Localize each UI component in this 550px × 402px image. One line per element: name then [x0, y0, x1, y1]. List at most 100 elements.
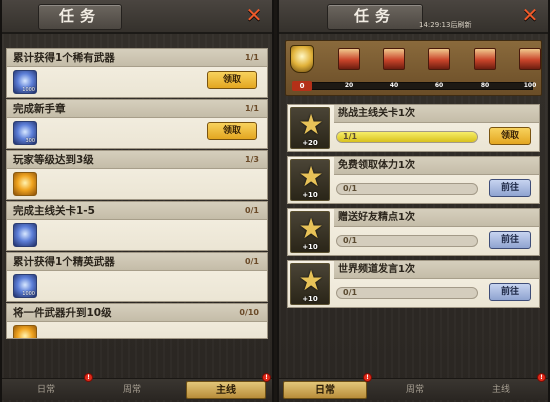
star-icon: ★	[298, 264, 324, 297]
close-icon[interactable]: ✕	[244, 4, 264, 26]
task-progress: 0/10	[239, 308, 259, 317]
tab-weekly[interactable]: 周常	[102, 381, 162, 399]
task-progress: 0/1	[244, 257, 259, 266]
task-header: 累计获得1个精英武器 0/1	[7, 253, 267, 271]
weapon-crystal-icon	[13, 223, 37, 247]
milestone-points: 40	[389, 82, 399, 89]
star-icon: ★	[298, 160, 324, 193]
task-item: 玩家等级达到3级 1/3	[6, 150, 268, 200]
reward-amount: +20	[302, 139, 318, 147]
notification-badge: !	[537, 373, 546, 382]
daily-task-item: ★ +20 挑战主线关卡1次 1/1 领取	[287, 104, 540, 152]
daily-task-list: ★ +20 挑战主线关卡1次 1/1 领取 ★ +10 免费领取体力1次 0/1…	[287, 104, 540, 312]
task-header: 累计获得1个稀有武器 1/1	[7, 49, 267, 67]
notification-badge: !	[84, 373, 93, 382]
star-reward-icon: ★ +10	[290, 159, 330, 201]
reward-chest-icon[interactable]	[474, 48, 496, 70]
star-medal-icon	[290, 45, 314, 73]
task-progress-bar: 0/1	[336, 183, 478, 195]
tab-bar: 日常 ! 周常 主线 !	[279, 373, 548, 400]
task-header: 完成主线关卡1-5 0/1	[7, 202, 267, 220]
task-header: 玩家等级达到3级 1/3	[7, 151, 267, 169]
task-item: 累计获得1个稀有武器 1/1 1000 领取	[6, 48, 268, 98]
weapon-crystal-icon: 1000	[13, 70, 37, 94]
milestone-points: 80	[480, 82, 490, 89]
milestone-points: 100	[523, 82, 537, 89]
right-task-panel: 任务 14:29:13后刷新 ✕ 0 20 40 60 80 100 ★ +20…	[277, 0, 550, 402]
close-icon[interactable]: ✕	[520, 4, 540, 26]
star-reward-icon: ★ +10	[290, 263, 330, 305]
reward-count: 1000	[22, 87, 35, 93]
title-bar: 任务 14:29:13后刷新 ✕	[279, 0, 548, 34]
notification-badge: !	[262, 373, 271, 382]
tab-daily[interactable]: 日常	[16, 381, 76, 399]
tab-weekly[interactable]: 周常	[377, 381, 453, 399]
milestone-points: 60	[434, 82, 444, 89]
refresh-timer: 14:29:13后刷新	[419, 21, 472, 29]
task-item: 累计获得1个精英武器 0/1 1000	[6, 252, 268, 302]
milestone-points: 20	[344, 82, 354, 89]
reward-chest-icon[interactable]	[428, 48, 450, 70]
weapon-crystal-icon: 300	[13, 121, 37, 145]
claim-button[interactable]: 领取	[489, 127, 531, 145]
reward-chest-icon[interactable]	[519, 48, 541, 70]
gold-coin-icon	[13, 325, 37, 338]
task-progress-text: 0/1	[343, 184, 358, 193]
panel-title: 任务	[38, 4, 122, 30]
task-title: 世界频道发言1次	[338, 264, 415, 275]
task-header: 完成新手章 1/1	[7, 100, 267, 118]
task-title: 挑战主线关卡1次	[338, 108, 415, 119]
task-item: 完成新手章 1/1 300 领取	[6, 99, 268, 149]
reward-chest-icon[interactable]	[338, 48, 360, 70]
task-header: 世界频道发言1次	[334, 261, 539, 279]
task-header: 免费领取体力1次	[334, 157, 539, 175]
task-progress: 0/1	[244, 206, 259, 215]
task-item: 完成主线关卡1-5 0/1	[6, 201, 268, 251]
go-button[interactable]: 前往	[489, 179, 531, 197]
task-progress: 1/3	[244, 155, 259, 164]
task-progress-bar: 0/1	[336, 287, 478, 299]
tab-main[interactable]: 主线	[463, 381, 539, 399]
notification-badge: !	[363, 373, 372, 382]
task-title: 玩家等级达到3级	[13, 154, 94, 166]
star-icon: ★	[298, 212, 324, 245]
reward-amount: +10	[302, 295, 318, 303]
activity-points: 0	[292, 81, 312, 91]
reward-count: 1000	[22, 291, 35, 297]
gold-coin-icon	[13, 172, 37, 196]
reward-amount: +10	[302, 243, 318, 251]
task-title: 赠送好友精点1次	[338, 212, 415, 223]
daily-task-item: ★ +10 世界频道发言1次 0/1 前往	[287, 260, 540, 308]
reward-amount: +10	[302, 191, 318, 199]
task-title: 完成新手章	[13, 103, 66, 115]
tab-daily[interactable]: 日常	[283, 381, 367, 399]
task-title: 免费领取体力1次	[338, 160, 415, 171]
tab-main[interactable]: 主线	[186, 381, 266, 399]
task-header: 赠送好友精点1次	[334, 209, 539, 227]
task-title: 将一件武器升到10级	[13, 307, 112, 319]
title-bar: 任务 ✕	[2, 0, 272, 34]
task-header: 将一件武器升到10级 0/10	[7, 304, 267, 322]
tab-bar: 日常 ! 周常 主线 !	[2, 373, 272, 400]
weapon-crystal-icon: 1000	[13, 274, 37, 298]
panel-title: 任务	[327, 4, 423, 30]
go-button[interactable]: 前往	[489, 231, 531, 249]
task-title: 累计获得1个稀有武器	[13, 52, 115, 64]
claim-button[interactable]: 领取	[207, 122, 257, 140]
task-title: 累计获得1个精英武器	[13, 256, 115, 268]
star-reward-icon: ★ +10	[290, 211, 330, 253]
reward-chest-icon[interactable]	[383, 48, 405, 70]
activity-progress-bar	[294, 82, 533, 90]
left-task-panel: 任务 ✕ 累计获得1个稀有武器 1/1 1000 领取 完成新手章 1/1 30…	[0, 0, 274, 402]
go-button[interactable]: 前往	[489, 283, 531, 301]
claim-button[interactable]: 领取	[207, 71, 257, 89]
daily-task-item: ★ +10 免费领取体力1次 0/1 前往	[287, 156, 540, 204]
task-progress-text: 0/1	[343, 288, 358, 297]
task-progress-fill	[337, 132, 477, 142]
task-item: 将一件武器升到10级 0/10	[6, 303, 268, 339]
task-progress-text: 0/1	[343, 236, 358, 245]
task-progress: 1/1	[244, 104, 259, 113]
task-title: 完成主线关卡1-5	[13, 205, 95, 217]
daily-task-item: ★ +10 赠送好友精点1次 0/1 前往	[287, 208, 540, 256]
task-progress: 1/1	[244, 53, 259, 62]
